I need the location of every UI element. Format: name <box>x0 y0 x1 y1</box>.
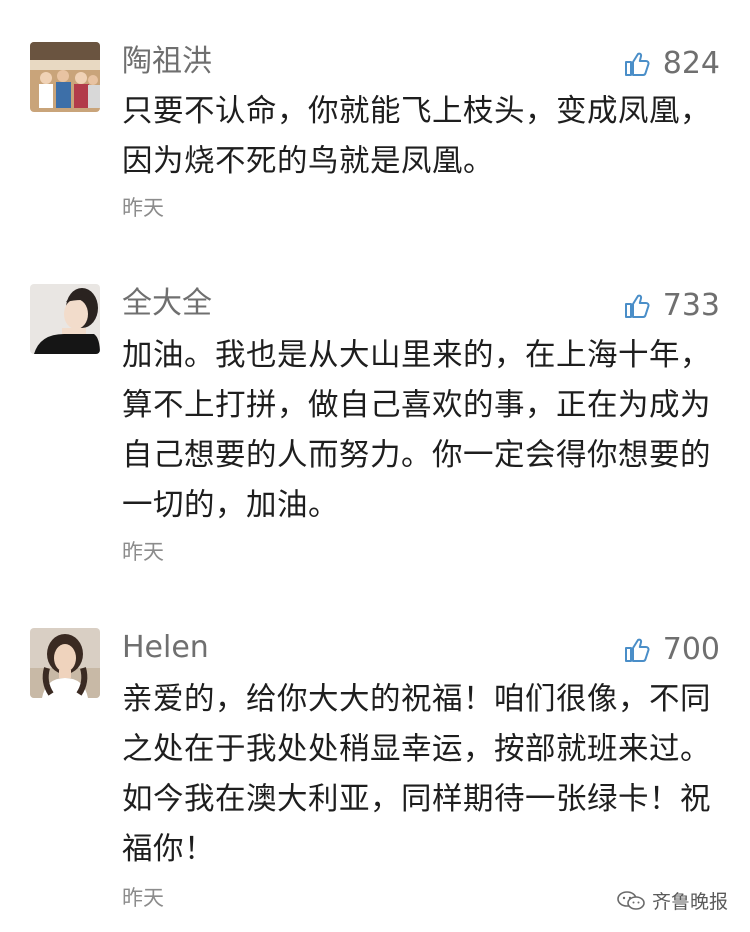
comment-text: 加油。我也是从大山里来的，在上海十年，算不上打拼，做自己喜欢的事，正在为成为自己… <box>122 338 711 523</box>
like-button[interactable]: 824 <box>623 44 720 84</box>
comment-time: 昨天 <box>122 540 164 564</box>
like-count: 824 <box>662 46 720 81</box>
username[interactable]: 陶祖洪 <box>122 42 212 82</box>
like-count: 700 <box>662 632 720 667</box>
like-button[interactable]: 733 <box>623 286 720 326</box>
comment-text: 只要不认命，你就能飞上枝头，变成凤凰，因为烧不死的鸟就是凤凰。 <box>122 94 711 179</box>
avatar[interactable] <box>30 628 100 698</box>
comment-text: 亲爱的，给你大大的祝福！咱们很像，不同之处在于我处处稍显幸运，按部就班来过。如今… <box>122 682 711 867</box>
like-count: 733 <box>662 288 720 323</box>
watermark: 齐鲁晚报 <box>616 887 728 914</box>
username[interactable]: 全大全 <box>122 284 212 324</box>
avatar[interactable] <box>30 42 100 112</box>
comment-time: 昨天 <box>122 886 164 910</box>
wechat-logo-icon <box>617 890 645 910</box>
watermark-text: 齐鲁晚报 <box>651 891 728 913</box>
like-button[interactable]: 700 <box>623 630 720 670</box>
username[interactable]: Helen <box>122 628 209 668</box>
thumbs-up-icon <box>624 52 650 76</box>
thumbs-up-icon <box>624 294 650 318</box>
thumbs-up-icon <box>624 638 650 662</box>
avatar[interactable] <box>30 284 100 354</box>
comment-list: 陶祖洪 824 只要不认命，你就能飞上枝头，变成凤凰，因为烧不死的鸟就是凤凰。 … <box>0 0 750 932</box>
comment-time: 昨天 <box>122 196 164 220</box>
